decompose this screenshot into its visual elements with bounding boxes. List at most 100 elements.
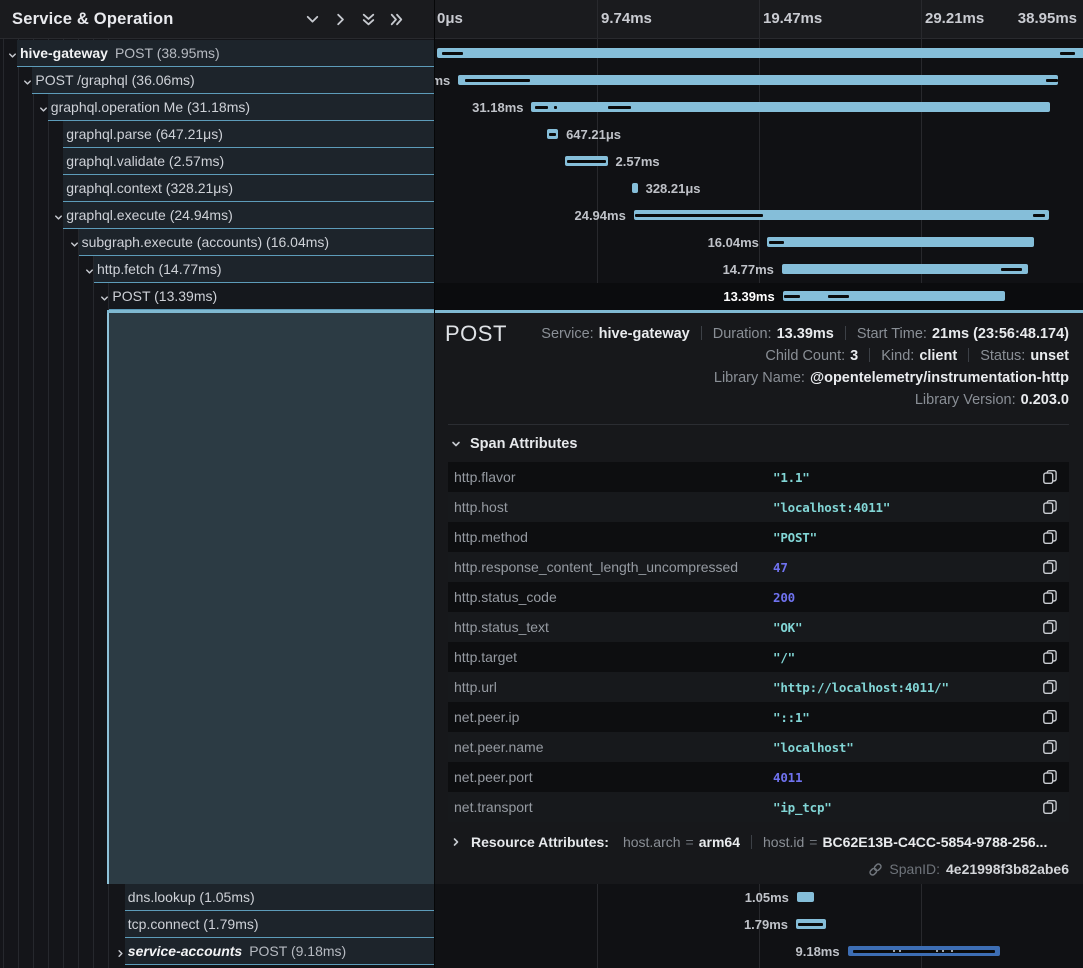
attribute-key: http.host <box>454 499 773 515</box>
duration-label: 328.21μs <box>646 175 701 202</box>
chevron-right-icon[interactable] <box>115 946 126 964</box>
timeline-row[interactable]: 647.21μs <box>435 121 1083 148</box>
span-meta-line: Child Count:3Kind:clientStatus:unset <box>541 345 1069 367</box>
chevron-down-icon[interactable] <box>53 210 64 228</box>
resource-value: arm64 <box>699 834 740 850</box>
span-label: http.fetch (14.77ms) <box>97 256 222 282</box>
collapse-all-button[interactable] <box>360 11 377 28</box>
timeline-row[interactable]: 1.05ms <box>435 884 1083 911</box>
meta-value: client <box>919 348 957 364</box>
equals-sign: = <box>809 834 817 850</box>
copy-icon[interactable] <box>1042 739 1058 755</box>
tree-row[interactable]: hive-gatewayPOST (38.95ms) <box>0 40 434 67</box>
copy-icon[interactable] <box>1042 589 1058 605</box>
meta-value: @opentelemetry/instrumentation-http <box>810 370 1069 386</box>
tree-row[interactable]: graphql.execute (24.94ms) <box>0 202 434 229</box>
tree-row[interactable]: subgraph.execute (accounts) (16.04ms) <box>0 229 434 256</box>
timeline-row[interactable]: 13.39ms <box>435 283 1083 310</box>
chevron-down-icon[interactable] <box>69 237 80 255</box>
attribute-key: http.url <box>454 679 773 695</box>
copy-icon <box>1042 679 1058 695</box>
duration-label: 31.18ms <box>472 94 523 121</box>
copy-icon[interactable] <box>1042 679 1058 695</box>
span-bar[interactable] <box>458 75 1058 85</box>
span-bar[interactable] <box>632 183 637 193</box>
attribute-key: net.transport <box>454 799 773 815</box>
resource-attributes-row[interactable]: Resource Attributes: host.arch=arm64host… <box>450 834 1069 850</box>
tree-row[interactable]: http.fetch (14.77ms) <box>0 256 434 283</box>
expand-one-button[interactable] <box>332 11 349 28</box>
tree-row[interactable]: graphql.validate (2.57ms) <box>0 148 434 175</box>
resource-attributes-items: host.arch=arm64host.id=BC62E13B-C4CC-585… <box>623 834 1047 850</box>
expand-all-button[interactable] <box>388 11 405 28</box>
copy-icon[interactable] <box>1042 649 1058 665</box>
child-span-mark <box>567 160 605 163</box>
panel-splitter[interactable] <box>434 0 435 968</box>
chevron-down-icon[interactable] <box>84 264 95 282</box>
attribute-row: http.host"localhost:4011" <box>448 492 1069 522</box>
link-icon <box>868 862 883 877</box>
chevron-down-icon[interactable] <box>38 102 49 120</box>
meta-label: Status: <box>980 348 1025 364</box>
tree-row[interactable]: tcp.connect (1.79ms) <box>0 911 434 938</box>
event-dot <box>936 950 938 952</box>
tree-row[interactable]: service-accountsPOST (9.18ms) <box>0 938 434 965</box>
timeline-row[interactable]: 9.18ms <box>435 938 1083 965</box>
copy-icon[interactable] <box>1042 619 1058 635</box>
tree-row[interactable]: dns.lookup (1.05ms) <box>0 884 434 911</box>
span-bar[interactable] <box>783 291 1006 301</box>
tree-row[interactable]: POST (13.39ms) <box>0 283 434 310</box>
attribute-value: 4011 <box>773 770 1042 785</box>
timeline-row[interactable]: 38.95ms <box>435 40 1083 67</box>
copy-icon[interactable] <box>1042 769 1058 785</box>
timeline-row[interactable]: 14.77ms <box>435 256 1083 283</box>
tree-row[interactable]: graphql.operation Me (31.18ms) <box>0 94 434 121</box>
resource-key: host.id <box>763 834 804 850</box>
meta-separator <box>701 326 702 340</box>
span-bar[interactable] <box>767 237 1034 247</box>
attribute-key: net.peer.ip <box>454 709 773 725</box>
timeline-row[interactable]: 24.94ms <box>435 202 1083 229</box>
copy-icon[interactable] <box>1042 799 1058 815</box>
event-dot <box>951 950 953 952</box>
timeline-row[interactable]: 1.79ms <box>435 911 1083 938</box>
copy-icon <box>1042 469 1058 485</box>
copy-icon[interactable] <box>1042 469 1058 485</box>
chevron-down-icon[interactable] <box>99 291 110 309</box>
span-bar[interactable] <box>437 48 1083 58</box>
attribute-row: net.peer.ip"::1" <box>448 702 1069 732</box>
tree-row[interactable]: graphql.parse (647.21μs) <box>0 121 434 148</box>
timeline-row[interactable]: 31.18ms <box>435 94 1083 121</box>
span-attributes-header[interactable]: Span Attributes <box>450 436 577 452</box>
tree-row[interactable]: graphql.context (328.21μs) <box>0 175 434 202</box>
chevron-down-icon <box>304 11 321 28</box>
copy-icon[interactable] <box>1042 529 1058 545</box>
copy-icon[interactable] <box>1042 499 1058 515</box>
span-detail-title: POST <box>445 321 507 347</box>
span-meta-line: Library Version:0.203.0 <box>541 389 1069 411</box>
copy-icon[interactable] <box>1042 709 1058 725</box>
event-dot <box>893 950 895 952</box>
span-attributes-title: Span Attributes <box>470 436 577 452</box>
timeline-row[interactable]: 16.04ms <box>435 229 1083 256</box>
timeline-row[interactable]: 36.06ms <box>435 67 1083 94</box>
meta-label: Child Count: <box>765 348 845 364</box>
copy-icon <box>1042 619 1058 635</box>
span-bar[interactable] <box>782 264 1028 274</box>
child-span-mark <box>784 295 801 298</box>
meta-value: 21ms (23:56:48.174) <box>932 326 1069 342</box>
copy-icon[interactable] <box>1042 559 1058 575</box>
span-bar[interactable] <box>797 892 814 902</box>
timeline-row[interactable]: 2.57ms <box>435 148 1083 175</box>
attribute-key: http.status_text <box>454 619 773 635</box>
attribute-value: "ip_tcp" <box>773 800 1042 815</box>
chevron-right-icon <box>115 948 126 959</box>
attribute-key: net.peer.port <box>454 769 773 785</box>
attribute-row: net.peer.name"localhost" <box>448 732 1069 762</box>
tree-row[interactable]: POST /graphql (36.06ms) <box>0 67 434 94</box>
ruler-tick-label: 9.74ms <box>601 0 652 37</box>
chevron-down-icon[interactable] <box>7 48 18 66</box>
timeline-row[interactable]: 328.21μs <box>435 175 1083 202</box>
chevron-down-icon[interactable] <box>22 75 33 93</box>
collapse-one-button[interactable] <box>304 11 321 28</box>
